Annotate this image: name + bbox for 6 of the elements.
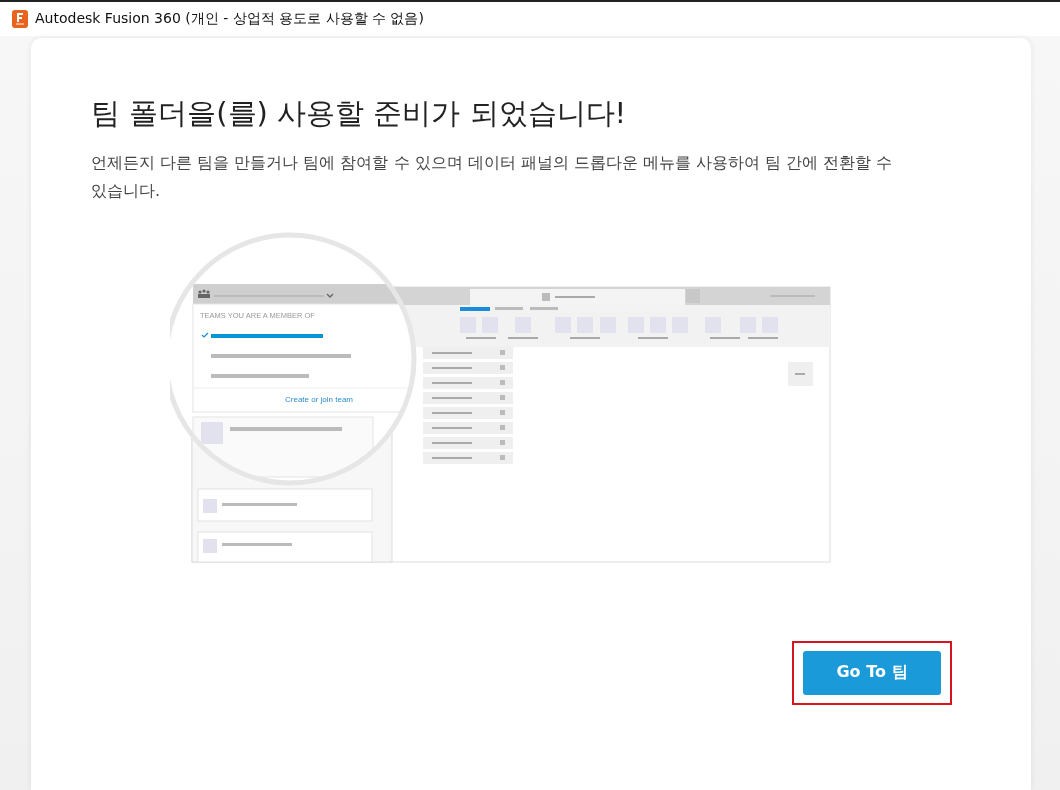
dialog-description: 언제든지 다른 팀을 만들거나 팀에 참여할 수 있으며 데이터 패널의 드롭다운 메뉴를 사용하여 팀 간에 전환할 수 있습니다.: [91, 151, 894, 202]
window-title: Autodesk Fusion 360 (개인 - 상업적 용도로 사용할 수 없음): [35, 10, 424, 28]
dialog-heading: 팀 폴더을(를) 사용할 준비가 되었습니다!: [91, 96, 628, 131]
app-logo-icon: [11, 10, 29, 28]
go-to-team-button[interactable]: Go To 팀: [803, 650, 941, 695]
minus-icon: [788, 361, 813, 386]
